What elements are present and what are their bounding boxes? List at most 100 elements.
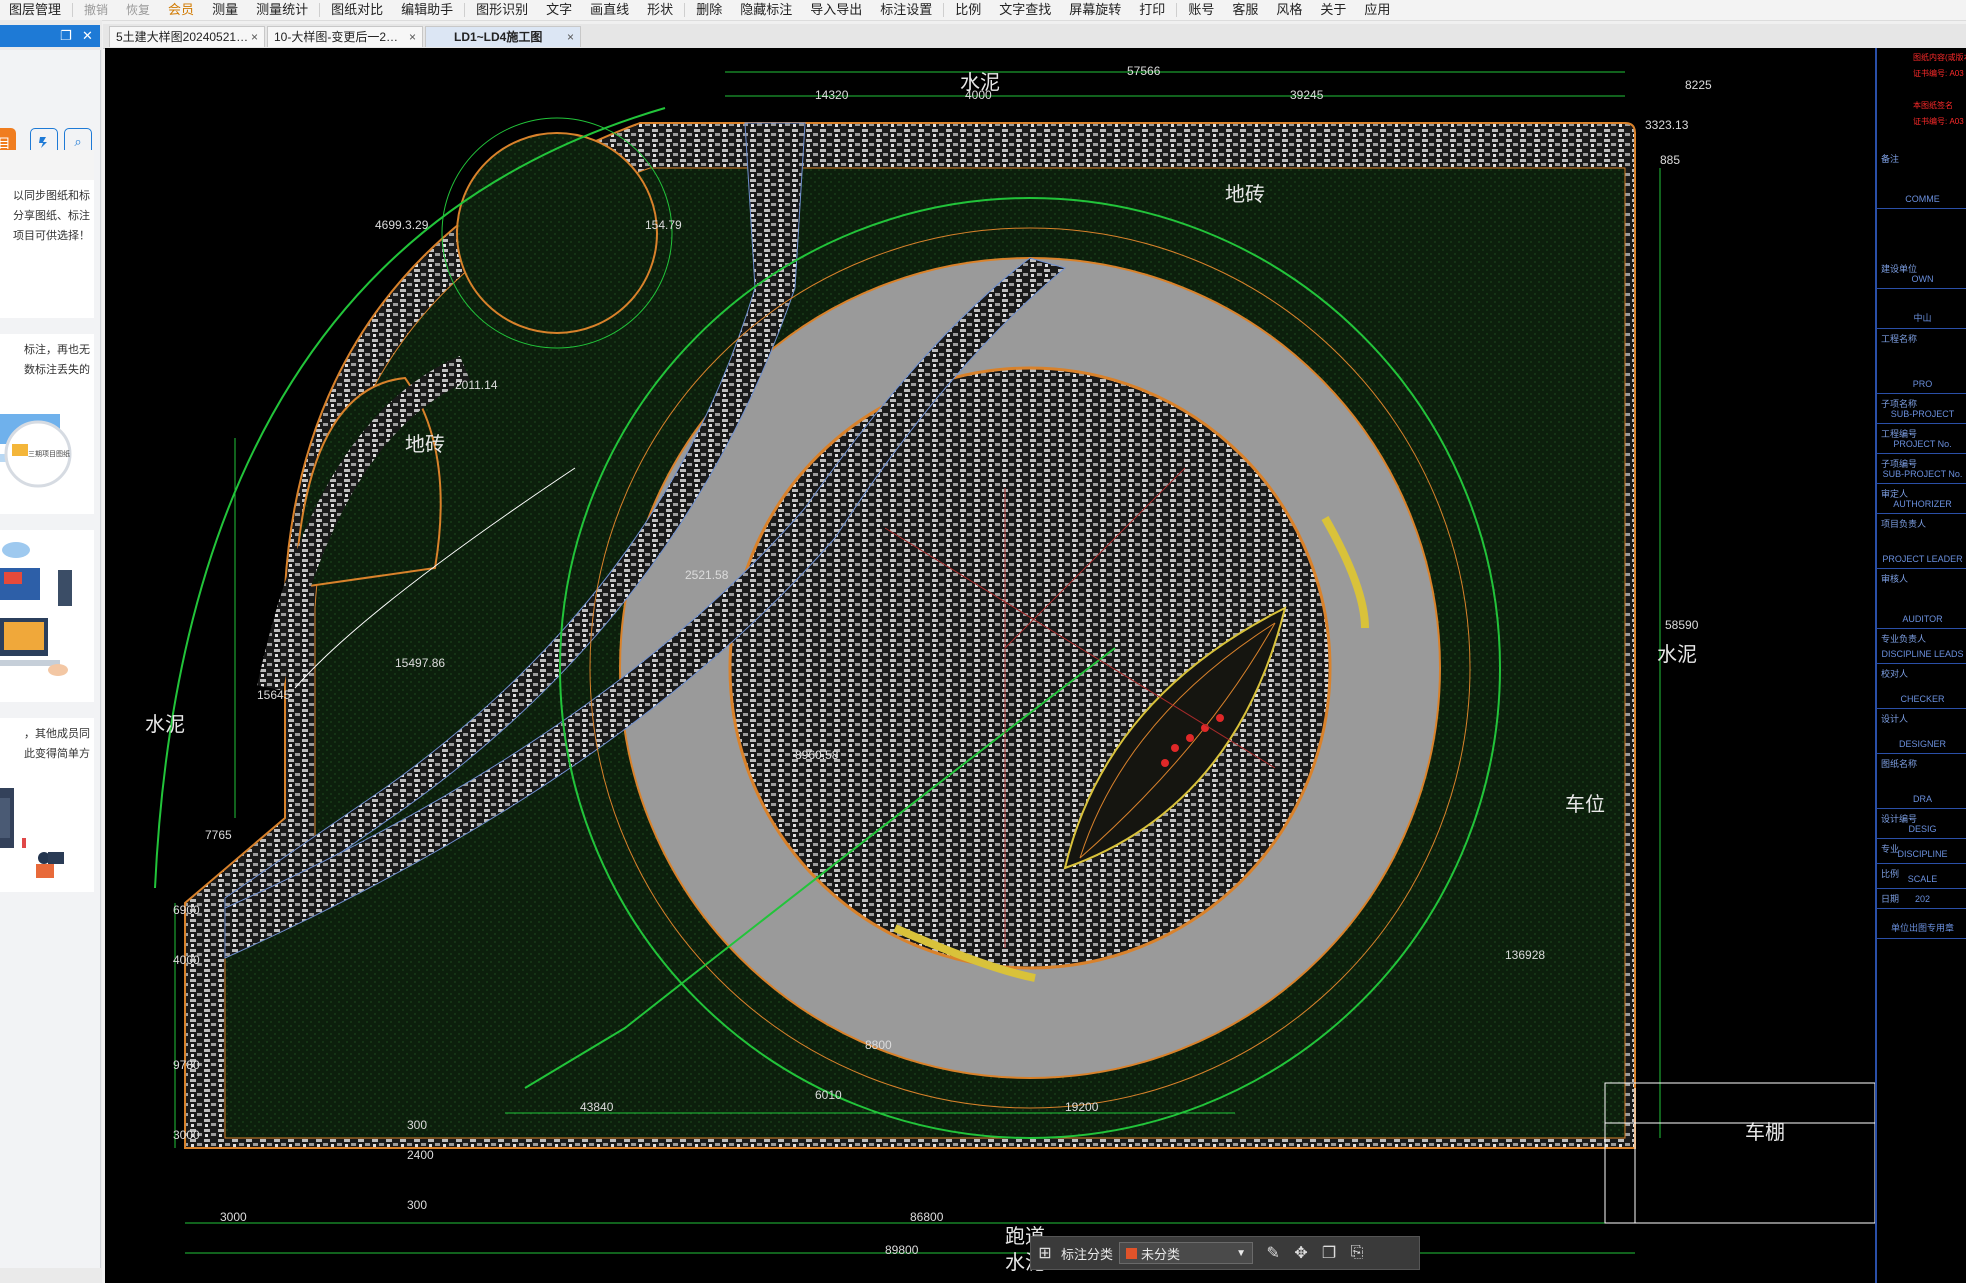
- dim-text: 39245: [1290, 88, 1324, 102]
- chevron-down-icon: ▼: [1236, 1247, 1247, 1259]
- title-block-row: 校对人 CHECKER: [1877, 663, 1966, 709]
- title-block-value: DESIGNER: [1898, 739, 1946, 749]
- project-button-label: 目: [0, 135, 11, 151]
- title-block-row: 项目负责人 PROJECT LEADER: [1877, 513, 1966, 569]
- menu-item[interactable]: 账号: [1179, 0, 1223, 20]
- title-block-value: AUTHORIZER: [1893, 499, 1952, 509]
- card-text-line: 项目可供选择！: [13, 230, 90, 242]
- tab-label: 5土建大样图20240521…: [116, 30, 249, 44]
- menu-item[interactable]: 隐藏标注: [731, 0, 801, 20]
- title-block-row: 工程名称 PRO: [1877, 328, 1966, 394]
- title-block-key: 图纸名称: [1881, 759, 1918, 769]
- title-block-key: 工程名称: [1881, 334, 1918, 344]
- menu-bar: 图层管理 撤销 恢复 会员 测量 测量统计 图纸对比 编辑助手 图形识别 文字 画直线 形状 删除 隐藏标…: [0, 0, 1966, 21]
- menu-separator: [943, 3, 945, 17]
- devices-illustration: [0, 542, 72, 676]
- tab-document-3[interactable]: LD1~LD4施工图 ×: [425, 26, 581, 47]
- tab-document-1[interactable]: 5土建大样图20240521… ×: [109, 26, 265, 47]
- tab-close-icon[interactable]: ×: [567, 27, 574, 47]
- stamp-text: 证书编号: A03: [1913, 117, 1964, 126]
- planter-circle-1: [456, 132, 658, 334]
- menu-item[interactable]: 比例: [946, 0, 990, 20]
- promo-card-team: ，其他成员同 此变得简单方: [0, 718, 94, 892]
- card-text-line: 数标注丢失的: [24, 364, 90, 376]
- paste-icon[interactable]: ⎘: [1343, 1244, 1371, 1262]
- title-block-value: CHECKER: [1900, 694, 1945, 704]
- menu-item[interactable]: 屏幕旋转: [1060, 0, 1130, 20]
- drawing-title-block: 图纸内容(或版本 证书编号: A03 本图纸签名 证书编号: A03 备注 COM…: [1875, 48, 1966, 1283]
- folder-label: 三期项目图纸: [28, 451, 70, 458]
- menu-item[interactable]: 恢复: [117, 0, 159, 20]
- title-block-row: 日期 202: [1877, 888, 1966, 909]
- card-text-line: 标注，再也无: [24, 344, 90, 356]
- menu-item[interactable]: 标注设置: [871, 0, 941, 20]
- menu-separator: [319, 3, 321, 17]
- menu-item[interactable]: 测量: [203, 0, 247, 20]
- menu-separator: [684, 3, 686, 17]
- title-block-row: 建设单位 OWN: [1877, 258, 1966, 289]
- tab-close-icon[interactable]: ×: [251, 27, 258, 47]
- dim-text: 6900: [173, 903, 200, 917]
- menu-item[interactable]: 画直线: [581, 0, 638, 20]
- menu-item[interactable]: 图纸对比: [322, 0, 392, 20]
- dim-text: 19200: [1065, 1100, 1099, 1114]
- menu-item[interactable]: 应用: [1355, 0, 1399, 20]
- title-block-value: SCALE: [1907, 874, 1938, 884]
- menu-item[interactable]: 风格: [1267, 0, 1311, 20]
- team-illustration: [0, 788, 64, 878]
- dim-text: 89800: [885, 1243, 919, 1257]
- dim-text: 15645: [257, 688, 291, 702]
- tab-close-icon[interactable]: ×: [409, 27, 416, 47]
- menu-item[interactable]: 文字: [537, 0, 581, 20]
- move-icon[interactable]: ✥: [1287, 1243, 1315, 1263]
- card-text-line: 此变得简单方: [24, 748, 90, 760]
- grid-icon[interactable]: ⊞: [1031, 1243, 1059, 1263]
- close-icon[interactable]: ✕: [82, 28, 93, 44]
- dim-text: 300: [407, 1198, 428, 1212]
- dim-text: 2521.58: [685, 568, 729, 582]
- area-label-cement: 水泥: [145, 714, 185, 736]
- restore-icon[interactable]: ❐: [60, 28, 72, 44]
- promo-card-illustration: [0, 530, 94, 702]
- menu-item[interactable]: 关于: [1311, 0, 1355, 20]
- title-block-value: 中山: [1913, 313, 1932, 323]
- dim-text: 154.79: [645, 218, 682, 232]
- menu-item[interactable]: 导入导出: [801, 0, 871, 20]
- menu-item[interactable]: 编辑助手: [392, 0, 462, 20]
- area-label-tile: 地砖: [405, 434, 445, 456]
- dim-text: 3000: [173, 1128, 200, 1142]
- dim-text: 136928: [1505, 948, 1546, 962]
- menu-item[interactable]: 测量统计: [247, 0, 317, 20]
- annotation-category-label: 标注分类: [1061, 1246, 1114, 1262]
- menu-item[interactable]: 图形识别: [467, 0, 537, 20]
- tab-label: LD1~LD4施工图: [454, 30, 543, 44]
- title-block-value: DISCIPLINE LEADS: [1881, 649, 1964, 659]
- area-label-tile: 地砖: [1225, 184, 1265, 206]
- title-block-value: OWN: [1911, 274, 1934, 284]
- menu-item[interactable]: 文字查找: [990, 0, 1060, 20]
- tab-document-2[interactable]: 10-大样图-变更后一2… ×: [267, 26, 423, 47]
- menu-item[interactable]: 会员: [159, 0, 203, 20]
- area-label-parking: 车位: [1565, 794, 1605, 816]
- stamp-text: 本图纸签名: [1913, 101, 1953, 110]
- menu-item[interactable]: 打印: [1130, 0, 1174, 20]
- title-block-row: 子项名称 SUB-PROJECT: [1877, 393, 1966, 424]
- title-block-row: 设计编号 DESIG: [1877, 808, 1966, 839]
- menu-item[interactable]: 形状: [638, 0, 682, 20]
- drawing-canvas[interactable]: 57566 14320 4000 39245 3323.13 8225 885 …: [105, 48, 1966, 1283]
- dim-text: 86800: [910, 1210, 944, 1224]
- menu-item[interactable]: 删除: [687, 0, 731, 20]
- dim-text: 4699.3.29: [375, 218, 429, 232]
- edit-icon[interactable]: ✎: [1259, 1243, 1287, 1263]
- dim-text: 43840: [580, 1100, 614, 1114]
- annotation-category-select[interactable]: 未分类 ▼: [1119, 1242, 1254, 1264]
- title-block-value: DRA: [1912, 794, 1932, 804]
- copy-icon[interactable]: ❐: [1315, 1243, 1343, 1263]
- menu-item[interactable]: 撤销: [75, 0, 117, 20]
- title-block-row: 工程编号 PROJECT No.: [1877, 423, 1966, 454]
- menu-item[interactable]: 客服: [1223, 0, 1267, 20]
- area-label-cement: 水泥: [1657, 644, 1697, 666]
- menu-item[interactable]: 图层管理: [0, 0, 70, 20]
- sync-icon: [39, 137, 47, 148]
- card-text-line: 以同步图纸和标: [13, 190, 90, 202]
